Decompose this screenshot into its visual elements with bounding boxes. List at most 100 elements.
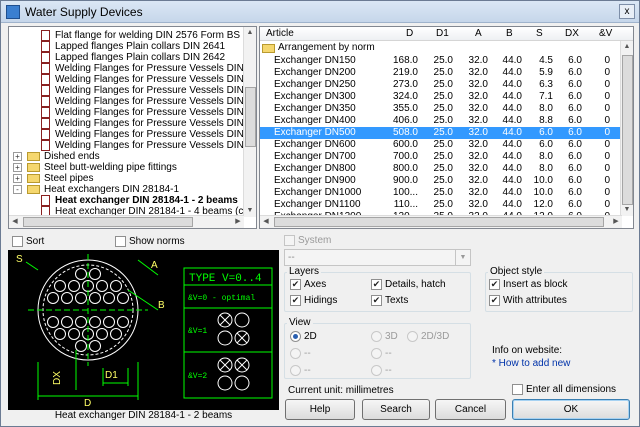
tree-scroll-thumb[interactable] — [245, 87, 256, 147]
table-vertical-scrollbar[interactable]: ▲ ▼ — [620, 41, 633, 216]
tube-circle — [68, 280, 80, 292]
view-2d-radio[interactable] — [290, 331, 301, 342]
cell-s: 7.1 — [539, 91, 553, 102]
enter-all-checkbox[interactable] — [512, 384, 523, 395]
with-attributes-checkbox[interactable] — [489, 295, 500, 306]
tube-circle — [54, 280, 66, 292]
view-option-5-radio[interactable] — [371, 348, 382, 359]
tree-hscroll-thumb[interactable] — [23, 217, 193, 227]
group-row[interactable]: Arrangement by norm — [260, 42, 622, 54]
view-3d-radio[interactable] — [371, 331, 382, 342]
col-v[interactable]: &V — [599, 28, 612, 39]
cell-dx: 6.0 — [568, 175, 582, 186]
table-row[interactable]: Exchanger DN500 508.0 25.0 32.0 44.0 6.0 6.0 0 — [260, 127, 622, 139]
with-attributes-label: With attributes — [503, 295, 567, 306]
close-button[interactable]: x — [619, 4, 635, 19]
cell-v: 0 — [604, 163, 610, 174]
table-horizontal-scrollbar[interactable]: ◀ ▶ — [260, 215, 622, 228]
view-option-4-radio[interactable] — [290, 348, 301, 359]
cell-dx: 6.0 — [568, 127, 582, 138]
search-button[interactable]: Search — [362, 399, 430, 420]
cell-dx: 6.0 — [568, 187, 582, 198]
view-3d-label: 3D — [385, 331, 398, 342]
table-row[interactable]: Exchanger DN900 900.0 25.0 32.0 44.0 10.0 6.0 0 — [260, 175, 622, 187]
axes-checkbox[interactable] — [290, 279, 301, 290]
chevron-down-icon[interactable]: ▼ — [455, 250, 470, 265]
cell-b: 44.0 — [502, 163, 522, 174]
hidings-checkbox[interactable] — [290, 295, 301, 306]
expand-icon[interactable]: + — [13, 163, 22, 172]
table-row[interactable]: Exchanger DN400 406.0 25.0 32.0 44.0 8.8 6.0 0 — [260, 115, 622, 127]
sort-checkbox[interactable] — [12, 236, 23, 247]
tree-horizontal-scrollbar[interactable]: ◀ ▶ — [9, 215, 244, 228]
collapse-icon[interactable]: - — [13, 185, 22, 194]
scroll-down-icon[interactable]: ▼ — [244, 205, 256, 217]
scroll-right-icon[interactable]: ▶ — [232, 216, 244, 228]
system-checkbox[interactable] — [284, 235, 295, 246]
cell-v: 0 — [604, 199, 610, 210]
table-row[interactable]: Exchanger DN200 219.0 25.0 32.0 44.0 5.9 6.0 0 — [260, 67, 622, 79]
view-option-7-radio[interactable] — [371, 365, 382, 376]
col-d1[interactable]: D1 — [436, 28, 449, 39]
col-d[interactable]: D — [406, 28, 413, 39]
scroll-up-icon[interactable]: ▲ — [244, 27, 256, 39]
view-option-6-radio[interactable] — [290, 365, 301, 376]
folder-icon — [27, 174, 40, 183]
cell-v: 0 — [604, 187, 610, 198]
table-row[interactable]: Exchanger DN600 600.0 25.0 32.0 44.0 6.0 6.0 0 — [260, 139, 622, 151]
norm-tree[interactable]: Flat flange for welding DIN 2576 Form BS… — [8, 26, 257, 229]
units-label: Current unit: millimetres — [288, 385, 394, 396]
scroll-right-icon[interactable]: ▶ — [610, 216, 622, 228]
table-hscroll-thumb[interactable] — [274, 217, 604, 227]
cancel-button[interactable]: Cancel — [435, 399, 506, 420]
cell-b: 44.0 — [502, 175, 522, 186]
texts-checkbox[interactable] — [371, 295, 382, 306]
table-row[interactable]: Exchanger DN1100 110... 25.0 32.0 44.0 12.0 6.… — [260, 199, 622, 211]
scroll-left-icon[interactable]: ◀ — [9, 216, 21, 228]
cell-v: 0 — [604, 175, 610, 186]
table-row[interactable]: Exchanger DN700 700.0 25.0 32.0 44.0 8.0 6.0 0 — [260, 151, 622, 163]
tube-circle — [110, 280, 122, 292]
expand-icon[interactable]: + — [13, 174, 22, 183]
col-b[interactable]: B — [506, 28, 513, 39]
scroll-left-icon[interactable]: ◀ — [260, 216, 272, 228]
cell-article: Exchanger DN200 — [274, 67, 356, 78]
cell-a: 32.0 — [468, 199, 488, 210]
table-row[interactable]: Exchanger DN800 800.0 25.0 32.0 44.0 8.0 6.0 0 — [260, 163, 622, 175]
col-dx[interactable]: DX — [565, 28, 579, 39]
details-label: Details, hatch — [385, 279, 446, 290]
view-2d3d-radio[interactable] — [407, 331, 418, 342]
system-label: System — [298, 235, 332, 246]
table-row[interactable]: Exchanger DN300 324.0 25.0 32.0 44.0 7.1 6.0 0 — [260, 91, 622, 103]
details-checkbox[interactable] — [371, 279, 382, 290]
table-scroll-thumb[interactable] — [622, 55, 633, 205]
tube-circle — [89, 268, 101, 280]
col-article[interactable]: Article — [266, 28, 294, 39]
scroll-up-icon[interactable]: ▲ — [621, 41, 633, 53]
ok-button[interactable]: OK — [512, 399, 630, 420]
help-button[interactable]: Help — [285, 399, 355, 420]
expand-icon[interactable]: + — [13, 152, 22, 161]
how-to-add-link[interactable]: * How to add new — [492, 358, 570, 369]
system-select[interactable]: -- ▼ — [284, 249, 471, 266]
col-s[interactable]: S — [536, 28, 543, 39]
table-row[interactable]: Exchanger DN250 273.0 25.0 32.0 44.0 6.3 6.0 0 — [260, 79, 622, 91]
cell-b: 44.0 — [502, 151, 522, 162]
cell-dx: 6.0 — [568, 103, 582, 114]
table-row[interactable]: Exchanger DN150 168.0 25.0 32.0 44.0 4.5 6.0 0 — [260, 55, 622, 67]
view-option-4-label: -- — [304, 348, 311, 359]
show-norms-checkbox[interactable] — [115, 236, 126, 247]
legend-v0: &V=0 - optimal — [188, 294, 255, 303]
folder-icon — [262, 44, 275, 53]
col-a[interactable]: A — [475, 28, 482, 39]
insert-block-checkbox[interactable] — [489, 279, 500, 290]
cell-dx: 6.0 — [568, 91, 582, 102]
scroll-down-icon[interactable]: ▼ — [621, 204, 633, 216]
table-row[interactable]: Exchanger DN350 355.0 25.0 32.0 44.0 8.0 6.0 0 — [260, 103, 622, 115]
article-table[interactable]: Article D D1 A B S DX &V Arrangement by … — [259, 26, 634, 229]
tube-circle — [47, 316, 59, 328]
table-row[interactable]: Exchanger DN1000 100... 25.0 32.0 44.0 10.0 6.… — [260, 187, 622, 199]
legend-tube-7 — [217, 375, 233, 391]
document-icon — [41, 52, 50, 63]
tree-vertical-scrollbar[interactable]: ▲ ▼ — [243, 27, 256, 217]
